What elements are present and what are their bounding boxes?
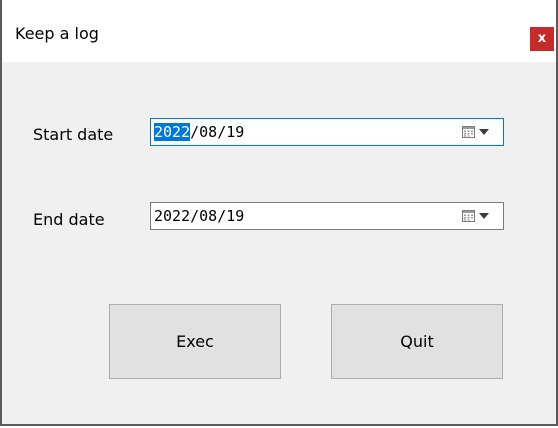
start-date-value[interactable]: 2022/08/19 [154, 123, 244, 141]
close-button[interactable]: x [530, 27, 554, 51]
end-date-picker[interactable]: 2022/08/19 [150, 202, 504, 230]
calendar-icon[interactable] [462, 210, 475, 222]
start-date-label: Start date [33, 125, 114, 144]
start-date-remaining[interactable]: /08/19 [190, 123, 244, 141]
dropdown-arrow-icon[interactable] [478, 126, 490, 138]
title-bar[interactable]: Keep a log x [2, 0, 556, 62]
quit-button[interactable]: Quit [331, 304, 503, 379]
dialog-window: Keep a log x Start date 2022/08/19 End d… [0, 0, 558, 426]
window-title: Keep a log [15, 24, 99, 43]
end-date-label: End date [33, 210, 105, 229]
exec-button[interactable]: Exec [109, 304, 281, 379]
end-date-value[interactable]: 2022/08/19 [154, 207, 244, 225]
calendar-icon[interactable] [462, 126, 475, 138]
dropdown-arrow-icon[interactable] [478, 210, 490, 222]
start-date-picker[interactable]: 2022/08/19 [150, 118, 504, 146]
start-date-year-selection[interactable]: 2022 [154, 123, 191, 141]
